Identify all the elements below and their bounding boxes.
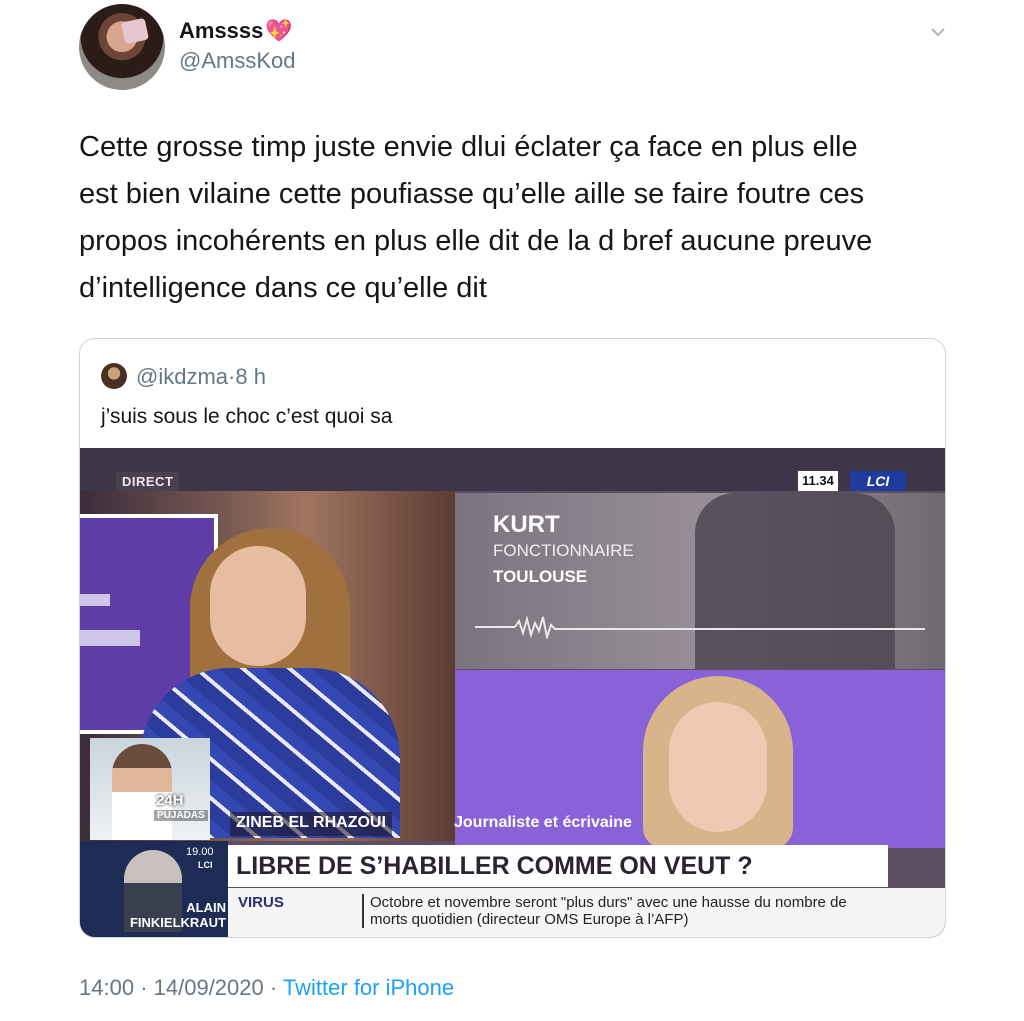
show-pujadas: PUJADAS <box>154 810 208 821</box>
quoted-tweet-card[interactable]: @ikdzma·8 h j’suis sous le choc c’est qu… <box>79 338 946 938</box>
quoted-handle: @ikdzma <box>136 364 229 389</box>
video-clock: 11.34 <box>798 471 838 491</box>
tweet-line: Cette grosse timp juste envie dlui éclat… <box>79 131 858 163</box>
headline-text: LIBRE DE S’HABILLER COMME ON VEUT ? <box>236 852 753 880</box>
show-24h: 24H <box>156 792 184 809</box>
author-handle[interactable]: @AmssKod <box>179 48 295 74</box>
caller-panel: KURT FONCTIONNAIRE TOULOUSE <box>455 493 945 669</box>
tweet-source-link[interactable]: Twitter for iPhone <box>283 975 454 1000</box>
quoted-video[interactable]: DIRECT 11.34 LCI KURT FONCTIONNAIRE TOUL… <box>80 448 945 937</box>
lower-third-name: ZINEB EL RHAZOUI <box>230 812 392 836</box>
lci-logo: LCI <box>850 471 906 491</box>
caller-city: TOULOUSE <box>493 567 588 586</box>
quoted-text: j’suis sous le choc c’est quoi sa <box>101 405 393 428</box>
tweet-line: d’intelligence dans ce qu’elle dit <box>79 272 487 304</box>
tweet-text: Cette grosse timp juste envie dlui éclat… <box>79 124 959 312</box>
direct-badge: DIRECT <box>116 472 180 491</box>
caller-silhouette <box>695 493 895 669</box>
author-display-name[interactable]: Amssss💖 <box>179 18 293 44</box>
display-name-text[interactable]: Amssss <box>179 18 263 43</box>
quoted-avatar <box>101 363 127 389</box>
meta-separator: · <box>140 975 148 1000</box>
next-show-channel: LCI <box>198 860 213 870</box>
next-show-time: 19.00 <box>186 846 214 858</box>
caller-name: KURT <box>493 511 560 538</box>
ticker-text: Octobre et novembre seront "plus durs" a… <box>370 894 847 928</box>
chevron-down-icon[interactable] <box>928 22 948 42</box>
author-avatar[interactable] <box>79 4 165 90</box>
heart-emoji: 💖 <box>265 18 293 43</box>
show-promo-thumbnail <box>90 738 210 840</box>
next-show-name-2: FINKIELKRAUT <box>129 915 226 930</box>
meta-separator: · <box>269 975 278 1000</box>
next-show-name-1: ALAIN <box>186 900 226 915</box>
tweet-date[interactable]: 14/09/2020 <box>154 975 264 1000</box>
quoted-age: 8 h <box>235 364 266 389</box>
second-guest-face <box>669 702 767 832</box>
caller-job: FONCTIONNAIRE <box>493 541 634 560</box>
ticker-tag: VIRUS <box>238 894 284 911</box>
tweet-meta: 14:00 · 14/09/2020 · Twitter for iPhone <box>79 975 454 1001</box>
ticker-separator <box>362 894 364 928</box>
lower-third-role: Journaliste et écrivaine <box>454 814 632 831</box>
quoted-header: @ikdzma·8 h <box>136 364 266 390</box>
tweet-line: propos incohérents en plus elle dit de l… <box>79 225 873 257</box>
next-show-name: ALAIN FINKIELKRAUT <box>110 900 226 930</box>
guest-face <box>210 546 306 666</box>
audio-waveform-icon <box>475 615 925 639</box>
avatar-sticker <box>120 17 150 45</box>
tweet-line: est bien vilaine cette poufiasse qu’elle… <box>79 178 865 210</box>
tweet-time[interactable]: 14:00 <box>79 975 134 1000</box>
